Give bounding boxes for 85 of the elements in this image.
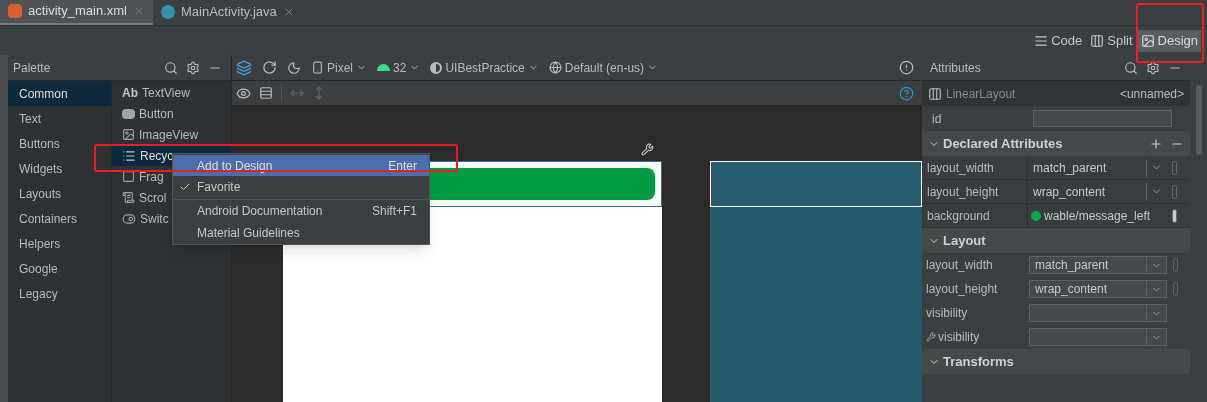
warning-icon[interactable] <box>899 60 914 75</box>
linear-layout-icon <box>928 86 942 101</box>
settings-icon[interactable] <box>186 60 200 75</box>
add-icon[interactable] <box>1149 136 1163 151</box>
palette-item[interactable]: ImageView <box>112 124 231 145</box>
attribute-name: layout_height <box>927 180 1028 203</box>
blueprint-layout[interactable] <box>710 161 922 207</box>
attribute-name: layout_width <box>926 257 994 274</box>
globe-icon <box>548 61 562 74</box>
palette-category[interactable]: Layouts <box>8 181 111 206</box>
palette-category[interactable]: Widgets <box>8 156 111 181</box>
menu-item[interactable]: Favorite <box>173 176 429 197</box>
menu-item[interactable]: Android Documentation Shift+F1 <box>173 199 429 222</box>
editor-tab[interactable]: MainActivity.java <box>152 0 303 25</box>
section-header[interactable]: Layout <box>922 228 1190 253</box>
annotation-box <box>1136 3 1204 63</box>
tab-label: MainActivity.java <box>180 3 277 22</box>
view-mode-button[interactable]: Split <box>1087 29 1136 52</box>
text-view-icon: Ab <box>122 83 138 102</box>
id-field[interactable] <box>1033 110 1172 127</box>
attribute-name: layout_height <box>926 281 999 298</box>
phone-icon <box>311 61 324 74</box>
value-dropdown[interactable]: match_parent <box>1029 256 1167 274</box>
class-icon <box>160 5 175 19</box>
value-dropdown[interactable]: wrap_content <box>1028 182 1166 201</box>
attribute-name: visibility <box>926 305 969 322</box>
bind-toggle[interactable] <box>1173 282 1178 296</box>
wrench-icon[interactable] <box>641 143 654 156</box>
value-dropdown[interactable]: wrap_content <box>1029 280 1167 298</box>
palette-category[interactable]: Buttons <box>8 131 111 156</box>
bind-toggle[interactable] <box>1173 258 1178 272</box>
image-icon <box>1140 33 1155 48</box>
view-mode-button[interactable]: Code <box>1031 29 1086 52</box>
palette-category[interactable]: Common <box>8 81 111 106</box>
field-label: id <box>932 110 943 128</box>
view-mode-button[interactable]: Design <box>1137 29 1201 52</box>
frame-icon <box>122 170 135 183</box>
layout-icon[interactable] <box>259 86 273 100</box>
attribute-name: visibility <box>926 328 1029 346</box>
help-icon[interactable] <box>899 85 914 101</box>
lines-icon <box>1034 33 1049 48</box>
list-icon <box>122 148 136 163</box>
image-icon <box>122 128 135 141</box>
xml-file-icon <box>8 4 22 18</box>
menu-item[interactable]: Material Guidelines <box>173 222 429 243</box>
attribute-name: layout_width <box>927 156 1028 179</box>
search-icon[interactable] <box>1124 60 1138 75</box>
search-icon[interactable] <box>164 60 178 75</box>
palette-category[interactable]: Helpers <box>8 231 111 256</box>
android-icon <box>377 64 390 71</box>
split-icon <box>1090 33 1105 48</box>
menu-item[interactable]: Add to Design Enter <box>173 155 429 176</box>
device-dropdown[interactable]: Pixel <box>311 58 367 77</box>
tab-label: activity_main.xml <box>28 2 127 21</box>
switch-icon <box>122 211 136 226</box>
night-mode-icon[interactable] <box>287 60 301 75</box>
palette-category[interactable]: Containers <box>8 206 111 231</box>
button-icon <box>122 108 135 119</box>
settings-icon[interactable] <box>1146 60 1160 75</box>
eye-icon[interactable] <box>236 85 251 101</box>
scrollbar-thumb[interactable] <box>1195 85 1202 155</box>
palette-item[interactable]: Button <box>112 103 231 124</box>
wrench-icon <box>926 332 936 342</box>
palette-category[interactable]: Google <box>8 256 111 281</box>
panel-title: Palette <box>13 59 52 77</box>
component-type: LinearLayout <box>946 85 1017 103</box>
bind-toggle[interactable] <box>1172 208 1177 223</box>
panel-title: Attributes <box>930 59 982 77</box>
layers-icon[interactable] <box>236 59 252 76</box>
api-level-dropdown[interactable]: 32 <box>377 58 421 77</box>
palette-category[interactable]: Legacy <box>8 281 111 306</box>
section-header[interactable]: Declared Attributes <box>922 131 1190 156</box>
theme-icon <box>430 61 443 74</box>
attribute-name: background <box>927 204 1028 227</box>
component-id: <unnamed> <box>1119 85 1184 103</box>
resource-value[interactable]: wable/message_left <box>1028 206 1166 225</box>
locale-dropdown[interactable]: Default (en-us) <box>548 58 659 77</box>
palette-item[interactable]: Ab TextView <box>112 82 231 103</box>
palette-category[interactable]: Text <box>8 106 111 131</box>
rotate-icon[interactable] <box>262 60 277 75</box>
section-header[interactable]: Transforms <box>922 349 1190 374</box>
value-dropdown[interactable]: match_parent <box>1028 158 1166 177</box>
theme-dropdown[interactable]: UIBestPractice <box>430 58 539 77</box>
scroll-icon <box>122 191 135 204</box>
editor-tab[interactable]: activity_main.xml <box>0 0 153 25</box>
